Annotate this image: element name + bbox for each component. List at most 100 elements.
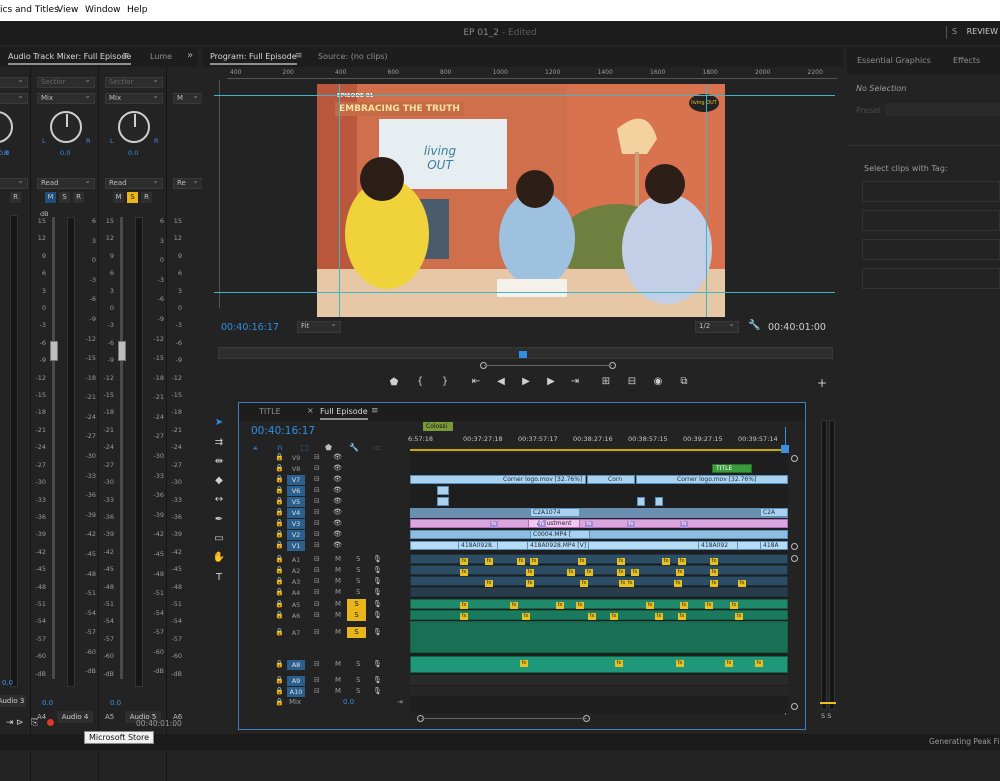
- lock-icon[interactable]: 🔒: [275, 519, 284, 527]
- track-label-a1[interactable]: A1: [287, 555, 305, 565]
- pan-knob[interactable]: [118, 111, 150, 143]
- fx-badge[interactable]: fx: [485, 580, 493, 587]
- lock-icon[interactable]: 🔒: [275, 577, 284, 585]
- overflow-icon[interactable]: »: [187, 50, 193, 61]
- sync-lock-icon[interactable]: ⊟: [314, 676, 320, 684]
- fx-badge[interactable]: fx: [460, 602, 468, 609]
- fx-badge-purple[interactable]: fx: [585, 521, 593, 528]
- mic-icon[interactable]: 🎙: [373, 588, 382, 596]
- fx-badge[interactable]: fx: [676, 569, 684, 576]
- menu-view[interactable]: View: [57, 5, 78, 15]
- fx-badge[interactable]: fx: [522, 613, 530, 620]
- sync-lock-icon[interactable]: ⊟: [314, 453, 320, 461]
- fx-badge[interactable]: fx: [705, 602, 713, 609]
- lock-icon[interactable]: 🔒: [275, 464, 284, 472]
- workspace-icon[interactable]: S: [952, 27, 957, 36]
- track-label-v2[interactable]: V2: [287, 530, 305, 540]
- type-tool-icon[interactable]: T: [212, 571, 226, 585]
- eg-tag-field-3[interactable]: [862, 239, 1000, 260]
- solo-track-button[interactable]: S: [356, 566, 360, 574]
- track-label-v1[interactable]: V1: [287, 541, 305, 551]
- fx-badge[interactable]: fx: [680, 602, 688, 609]
- lock-icon[interactable]: 🔒: [275, 611, 284, 619]
- tab-program[interactable]: Program: Full Episode: [210, 52, 297, 65]
- fx-badge[interactable]: fx: [710, 580, 718, 587]
- mic-icon[interactable]: 🎙: [373, 687, 382, 695]
- lock-icon[interactable]: 🔒: [275, 687, 284, 695]
- fx-badge[interactable]: fx: [556, 602, 564, 609]
- fx-badge[interactable]: fx: [631, 569, 639, 576]
- mic-icon[interactable]: 🎙: [373, 566, 382, 574]
- menu-graphics-titles[interactable]: ics and Titles: [0, 5, 59, 15]
- mic-icon[interactable]: 🎙: [373, 628, 382, 636]
- fx-badge[interactable]: fx: [460, 613, 468, 620]
- eye-icon[interactable]: 👁: [333, 475, 342, 483]
- step-back-icon[interactable]: ◀: [494, 376, 508, 387]
- fx-badge[interactable]: fx: [526, 569, 534, 576]
- mute-track-button[interactable]: M: [335, 555, 341, 563]
- sync-lock-icon[interactable]: ⊟: [314, 541, 320, 549]
- solo-track-button[interactable]: S: [356, 555, 360, 563]
- lock-icon[interactable]: 🔒: [275, 508, 284, 516]
- sync-lock-icon[interactable]: ⊟: [314, 566, 320, 574]
- mute-track-button[interactable]: M: [335, 611, 341, 619]
- fx-badge[interactable]: fx: [725, 660, 733, 667]
- settings-wrench-icon[interactable]: 🔧: [349, 443, 359, 452]
- sync-lock-icon[interactable]: ⊟: [314, 577, 320, 585]
- tab-effects[interactable]: Effects: [953, 56, 980, 65]
- eye-icon[interactable]: 👁: [333, 464, 342, 472]
- workspace-review-tab[interactable]: REVIEW: [967, 27, 998, 36]
- eye-icon[interactable]: 👁: [333, 519, 342, 527]
- ripple-edit-tool-icon[interactable]: ⇹: [212, 455, 226, 469]
- sync-lock-icon[interactable]: ⊟: [314, 486, 320, 494]
- record-button[interactable]: R: [73, 192, 84, 203]
- tab-title-sequence[interactable]: TITLE: [259, 407, 281, 416]
- track-label-v3[interactable]: V3: [287, 519, 305, 529]
- add-marker-icon[interactable]: ⬟: [387, 377, 401, 388]
- mode-dropdown[interactable]: Mix: [105, 91, 163, 104]
- solo-track-button[interactable]: S: [347, 610, 366, 621]
- solo-button[interactable]: S: [59, 192, 70, 203]
- mic-icon[interactable]: 🎙: [373, 676, 382, 684]
- sync-lock-icon[interactable]: ⊟: [314, 628, 320, 636]
- track-label-a9[interactable]: A9: [287, 676, 305, 686]
- export-icon[interactable]: ⎘: [31, 718, 38, 728]
- mute-track-button[interactable]: M: [335, 577, 341, 585]
- lock-icon[interactable]: 🔒: [275, 676, 284, 684]
- solo-track-button[interactable]: S: [347, 627, 366, 638]
- record-button[interactable]: R: [141, 192, 152, 203]
- resolution-dropdown[interactable]: 1/2: [695, 319, 739, 333]
- go-to-in-icon[interactable]: ⇤: [469, 376, 483, 387]
- mic-icon[interactable]: 🎙: [373, 577, 382, 585]
- sync-lock-icon[interactable]: ⊟: [314, 687, 320, 695]
- sync-lock-icon[interactable]: ⊟: [314, 497, 320, 505]
- track-label-a10[interactable]: A10: [287, 687, 305, 697]
- fx-badge[interactable]: fx: [735, 613, 743, 620]
- track-label-v5[interactable]: V5: [287, 497, 305, 507]
- fx-badge-purple[interactable]: fx: [538, 521, 546, 528]
- a-zoom-handle-bottom[interactable]: [791, 703, 798, 710]
- track-label-v9[interactable]: V9: [287, 453, 305, 463]
- v-zoom-handle-top[interactable]: [791, 455, 798, 462]
- solo-track-button[interactable]: S: [356, 577, 360, 585]
- pan-knob[interactable]: [0, 111, 13, 143]
- fx-badge[interactable]: fx: [676, 660, 684, 667]
- slip-tool-icon[interactable]: ↔: [212, 493, 226, 507]
- eg-preset-dropdown[interactable]: [885, 103, 1000, 116]
- lock-icon[interactable]: 🔒: [275, 497, 284, 505]
- track-label-a6[interactable]: A6: [287, 611, 305, 621]
- button-editor-icon[interactable]: +: [815, 376, 829, 390]
- automation-dropdown[interactable]: Read: [37, 176, 95, 189]
- record-icon[interactable]: [47, 719, 54, 726]
- fx-badge[interactable]: fx: [460, 558, 468, 565]
- fx-badge[interactable]: fx: [580, 580, 588, 587]
- mix-end-icon[interactable]: ⇥: [397, 698, 403, 706]
- go-to-out-icon[interactable]: ⇥: [568, 376, 582, 387]
- fx-badge[interactable]: fx: [615, 660, 623, 667]
- mic-icon[interactable]: 🎙: [373, 555, 382, 563]
- extract-icon[interactable]: ⊟: [625, 376, 639, 387]
- v-zoom-handle-mid[interactable]: [791, 543, 798, 550]
- h-zoom-bar[interactable]: [421, 718, 587, 719]
- eye-icon[interactable]: 👁: [333, 508, 342, 516]
- tab-audio-track-mixer[interactable]: Audio Track Mixer: Full Episode: [8, 52, 132, 65]
